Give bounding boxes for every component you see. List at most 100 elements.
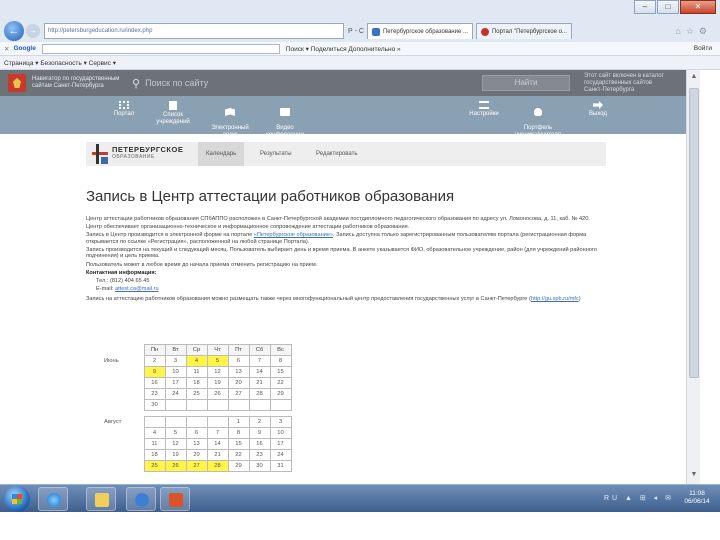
scroll-thumb[interactable] <box>689 88 699 378</box>
calendar-day[interactable]: 9 <box>143 366 166 378</box>
calendar-day[interactable]: 10 <box>269 427 292 439</box>
calendar-day[interactable]: 28 <box>206 460 229 472</box>
calendar-day[interactable]: 26 <box>206 388 229 400</box>
calendar-day[interactable]: 20 <box>185 449 208 461</box>
system-tray[interactable]: RU ▲ ⊞ ◂ ✉ <box>604 494 674 502</box>
calendar-day[interactable]: 16 <box>248 438 271 450</box>
calendar-day[interactable]: 22 <box>227 449 250 461</box>
calendar-day[interactable]: 21 <box>248 377 271 389</box>
calendar-day[interactable]: 16 <box>143 377 166 389</box>
calendar-day[interactable]: 5 <box>164 427 187 439</box>
calendar-day[interactable]: 18 <box>185 377 208 389</box>
calendar-day[interactable]: 9 <box>248 427 271 439</box>
favbar-menus[interactable]: Страница ▾ Безопасность ▾ Сервис ▾ <box>4 59 116 67</box>
gov-navigator-text[interactable]: Навигатор по государственным сайтам Санк… <box>32 76 122 90</box>
calendar-day[interactable]: 24 <box>269 449 292 461</box>
close-window-button[interactable]: ✕ <box>680 0 716 14</box>
taskbar-explorer[interactable] <box>86 487 116 511</box>
calendar-day[interactable]: 3 <box>269 416 292 428</box>
calendar-day[interactable]: 2 <box>143 355 166 367</box>
calendar-day[interactable]: 10 <box>164 366 187 378</box>
calendar-day[interactable]: 31 <box>269 460 292 472</box>
gov-search[interactable]: ⚲ Поиск по сайту <box>132 77 208 90</box>
scroll-down-icon[interactable]: ▼ <box>689 470 699 480</box>
calendar-day[interactable]: 7 <box>248 355 271 367</box>
gov-search-input[interactable]: Поиск по сайту <box>145 78 208 88</box>
nav-logout[interactable]: Выход <box>580 101 616 118</box>
vertical-scrollbar[interactable]: ▲ ▼ <box>686 70 700 484</box>
taskbar-clock[interactable]: 11:08 06/06/14 <box>680 490 714 506</box>
browser-toolbar-icons[interactable]: ⌂☆⚙ <box>675 26 712 37</box>
calendar-day[interactable]: 30 <box>248 460 271 472</box>
calendar-day[interactable]: 29 <box>227 460 250 472</box>
taskbar-powerpoint[interactable] <box>160 487 190 511</box>
calendar-day[interactable]: 13 <box>227 366 250 378</box>
calendar-day[interactable]: 25 <box>143 460 166 472</box>
calendar-day[interactable]: 5 <box>206 355 229 367</box>
nav-video-conference[interactable]: Видео конференции <box>260 101 310 139</box>
calendar-day[interactable]: 14 <box>248 366 271 378</box>
calendar-day[interactable]: 24 <box>164 388 187 400</box>
taskbar-ie[interactable] <box>38 487 68 511</box>
calendar-day[interactable]: 22 <box>269 377 292 389</box>
start-button[interactable] <box>4 486 30 512</box>
tab-results[interactable]: Результаты <box>252 142 300 166</box>
tab-petersburg-education[interactable]: Петербургское образование ... <box>366 23 473 39</box>
tab-portal[interactable]: Портал "Петербургское о... <box>475 23 572 39</box>
close-toolbar-icon[interactable]: ✕ <box>4 45 9 53</box>
calendar-day[interactable]: 19 <box>164 449 187 461</box>
tab-edit[interactable]: Редактировать <box>308 142 365 166</box>
portal-link[interactable]: «Петербургское образование» <box>254 232 333 238</box>
calendar-day[interactable]: 3 <box>164 355 187 367</box>
forward-button[interactable]: → <box>26 24 40 38</box>
calendar-day[interactable]: 29 <box>269 388 292 400</box>
nav-institutions[interactable]: Список учреждений <box>146 101 200 126</box>
calendar-day[interactable]: 4 <box>185 355 208 367</box>
calendar-day[interactable]: 19 <box>206 377 229 389</box>
calendar-day[interactable]: 12 <box>206 366 229 378</box>
mfc-link[interactable]: http://gu.spb.ru/mfc <box>531 296 579 302</box>
calendar-day[interactable]: 28 <box>248 388 271 400</box>
calendar-day[interactable]: 4 <box>143 427 166 439</box>
calendar-day[interactable]: 23 <box>248 449 271 461</box>
calendar-day[interactable]: 2 <box>248 416 271 428</box>
gov-find-button[interactable]: Найти <box>482 75 570 91</box>
calendar-day[interactable]: 8 <box>227 427 250 439</box>
google-signin[interactable]: Войти <box>694 45 712 52</box>
nav-portfolio[interactable]: Портфель ученика/учителя <box>510 101 566 139</box>
calendar-day[interactable]: 6 <box>185 427 208 439</box>
taskbar-media[interactable] <box>126 487 156 511</box>
google-search-input[interactable] <box>41 43 280 54</box>
calendar-day[interactable]: 1 <box>227 416 250 428</box>
calendar-day[interactable]: 13 <box>185 438 208 450</box>
calendar-day[interactable]: 17 <box>269 438 292 450</box>
calendar-day[interactable]: 21 <box>206 449 229 461</box>
nav-portal[interactable]: Портал <box>104 101 144 118</box>
calendar-day[interactable]: 7 <box>206 427 229 439</box>
calendar-day[interactable]: 14 <box>206 438 229 450</box>
calendar-day[interactable]: 6 <box>227 355 250 367</box>
nav-leisure[interactable]: Электронный досуг <box>206 101 254 139</box>
address-bar[interactable]: http://petersburgeducation.ru/index.php <box>44 23 344 39</box>
nav-settings[interactable]: Настройки <box>464 101 504 118</box>
maximize-button[interactable]: □ <box>657 0 679 14</box>
calendar-day[interactable]: 11 <box>185 366 208 378</box>
calendar-day[interactable]: 8 <box>269 355 292 367</box>
calendar-day[interactable]: 15 <box>227 438 250 450</box>
tab-calendar[interactable]: Календарь <box>198 142 245 166</box>
calendar-day[interactable]: 12 <box>164 438 187 450</box>
address-tools[interactable]: Р - С <box>348 28 364 35</box>
calendar-day[interactable]: 18 <box>143 449 166 461</box>
calendar-day[interactable]: 20 <box>227 377 250 389</box>
scroll-up-icon[interactable]: ▲ <box>689 72 699 82</box>
google-tools[interactable]: Поиск ▾ Поделиться Дополнительно » <box>286 45 401 53</box>
calendar-day[interactable]: 27 <box>227 388 250 400</box>
calendar-day[interactable]: 25 <box>185 388 208 400</box>
calendar-day[interactable]: 27 <box>185 460 208 472</box>
calendar-day[interactable]: 17 <box>164 377 187 389</box>
calendar-day[interactable]: 15 <box>269 366 292 378</box>
calendar-day[interactable]: 30 <box>143 399 166 411</box>
calendar-day[interactable]: 26 <box>164 460 187 472</box>
back-button[interactable]: ← <box>4 21 24 41</box>
calendar-day[interactable]: 11 <box>143 438 166 450</box>
